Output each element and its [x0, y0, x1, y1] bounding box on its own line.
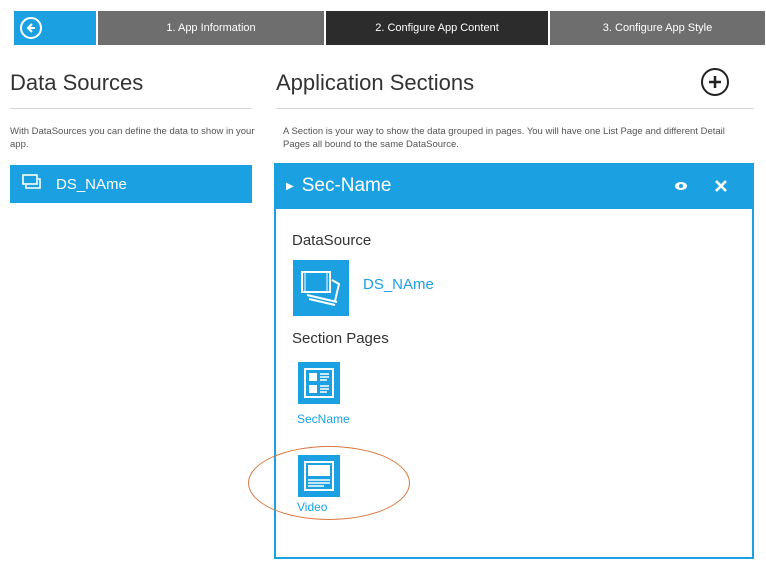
datasource-icon: [22, 173, 42, 195]
detail-page-icon: [304, 461, 334, 491]
add-section-button[interactable]: [701, 68, 729, 96]
section-name: Sec-Name: [301, 175, 392, 196]
close-icon: [715, 180, 727, 192]
section-page-tile-secname[interactable]: [298, 362, 340, 404]
data-sources-title: Data Sources: [10, 70, 144, 95]
datasource-tile[interactable]: [293, 260, 349, 316]
datasource-link[interactable]: DS_NAme: [363, 276, 434, 293]
list-page-icon: [304, 368, 334, 398]
datasource-heading: DataSource: [292, 232, 372, 249]
delete-section-button[interactable]: [710, 175, 732, 197]
section-page-label-secname[interactable]: SecName: [297, 412, 350, 426]
datasource-item-label: DS_NAme: [56, 175, 127, 193]
wizard-step-configure-app-content[interactable]: 2. Configure App Content: [326, 11, 548, 45]
preview-button[interactable]: [670, 178, 692, 194]
divider: [10, 108, 252, 109]
data-sources-description: With DataSources you can define the data…: [10, 126, 255, 150]
back-arrow-icon: [20, 17, 42, 39]
datasource-item[interactable]: DS_NAme: [10, 165, 252, 203]
datasource-icon: [301, 271, 341, 306]
application-sections-description: A Section is your way to show the data g…: [283, 126, 725, 150]
wizard-step-app-information[interactable]: 1. App Information: [98, 11, 324, 45]
eye-icon: [675, 182, 687, 190]
section-page-label-video[interactable]: Video: [297, 500, 327, 514]
back-button[interactable]: [14, 11, 96, 45]
section-pages-heading: Section Pages: [292, 330, 389, 347]
divider: [276, 108, 754, 109]
section-panel: [274, 163, 754, 559]
application-sections-title: Application Sections: [276, 70, 475, 95]
section-page-tile-video[interactable]: [298, 455, 340, 497]
wizard-step-configure-app-style[interactable]: 3. Configure App Style: [550, 11, 765, 45]
expand-triangle-icon: ▶: [286, 180, 294, 192]
add-circle-icon: [709, 76, 721, 88]
